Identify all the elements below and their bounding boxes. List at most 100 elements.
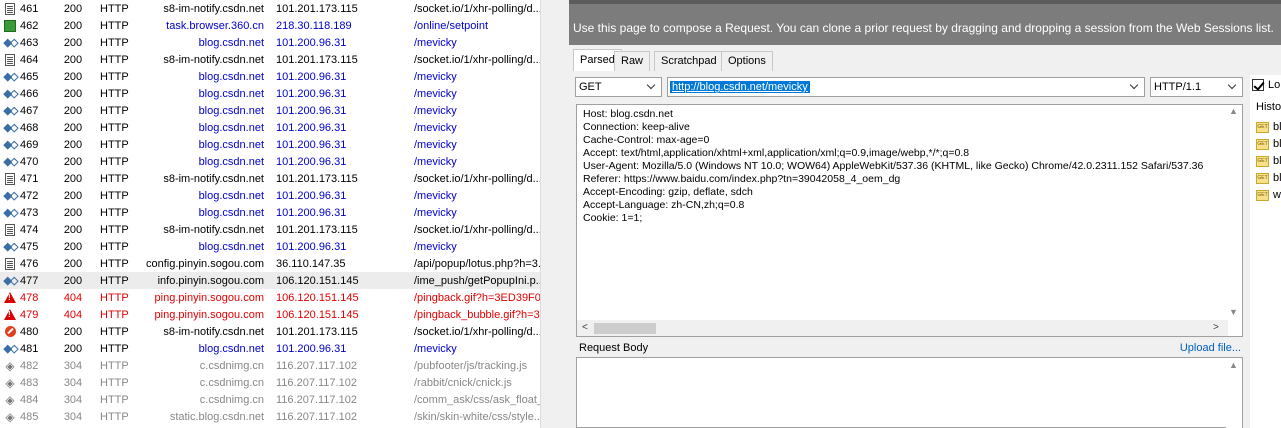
tab-scratchpad[interactable]: Scratchpad bbox=[654, 51, 724, 71]
panel-splitter[interactable] bbox=[540, 0, 569, 428]
document-icon bbox=[3, 172, 17, 185]
request-headers-textarea[interactable]: Host: blog.csdn.net Connection: keep-ali… bbox=[576, 104, 1243, 337]
history-item[interactable]: GET bl bbox=[1256, 171, 1281, 185]
session-url: /socket.io/1/xhr-polling/d... bbox=[414, 223, 540, 236]
session-host: config.pinyin.sogou.com bbox=[145, 257, 264, 270]
session-ip: 101.200.96.31 bbox=[276, 155, 347, 168]
header-line: Accept-Encoding: gzip, deflate, sdch bbox=[583, 186, 753, 198]
session-result: 304 bbox=[63, 393, 83, 406]
tab-options[interactable]: Options bbox=[721, 51, 773, 71]
session-ip: 116.207.117.102 bbox=[276, 410, 357, 423]
http-version-select[interactable]: HTTP/1.1 bbox=[1150, 77, 1243, 97]
request-body-label: Request Body bbox=[579, 342, 649, 354]
chevron-down-icon bbox=[1130, 81, 1140, 91]
session-host: s8-im-notify.csdn.net bbox=[163, 172, 264, 185]
method-value: GET bbox=[579, 81, 602, 93]
session-row[interactable]: 476 200 HTTP config.pinyin.sogou.com 36.110.… bbox=[0, 255, 540, 272]
session-ip: 101.200.96.31 bbox=[276, 206, 347, 219]
session-ip: 101.200.96.31 bbox=[276, 342, 347, 355]
arrows-icon: ◆◇ bbox=[3, 343, 19, 355]
session-row[interactable]: ◆◇ 477 200 HTTP info.pinyin.sogou.com 106.120… bbox=[0, 272, 540, 289]
session-result: 200 bbox=[63, 342, 83, 355]
scroll-right-icon[interactable]: > bbox=[1213, 322, 1219, 333]
session-row[interactable]: 479404HTTPping.pinyin.sogou.com106.120.1… bbox=[0, 306, 540, 323]
session-host: blog.csdn.net bbox=[198, 240, 264, 253]
session-row[interactable]: ◈ 484 304 HTTP c.csdnimg.cn 116.207.117.102/c… bbox=[0, 391, 540, 408]
session-row[interactable]: ◆◇ 473 200 HTTP blog.csdn.net 101.200.96.31/m… bbox=[0, 204, 540, 221]
document-icon bbox=[3, 2, 17, 15]
session-row[interactable]: 478404HTTPping.pinyin.sogou.com106.120.1… bbox=[0, 289, 540, 306]
history-item[interactable]: GET bl bbox=[1256, 154, 1281, 168]
scroll-up-icon[interactable]: ▲ bbox=[1229, 107, 1238, 116]
history-item[interactable]: GET bl bbox=[1256, 137, 1281, 151]
session-number: 473 bbox=[20, 206, 39, 219]
method-select[interactable]: GET bbox=[575, 77, 662, 97]
arrows-icon: ◆◇ bbox=[3, 207, 19, 219]
session-url: /pingback_bubble.gif?h=3... bbox=[414, 308, 540, 321]
session-ip: 101.201.173.115 bbox=[276, 325, 358, 338]
session-number: 481 bbox=[20, 342, 39, 355]
session-row[interactable]: ◈ 485 304 HTTP static.blog.csdn.net 116.207.1… bbox=[0, 408, 540, 425]
session-ip: 101.200.96.31 bbox=[276, 240, 347, 253]
session-row[interactable]: 474 200 HTTP s8-im-notify.csdn.net 101.201.1… bbox=[0, 221, 540, 238]
session-number: 475 bbox=[20, 240, 39, 253]
session-url: /api/popup/lotus.php?h=3... bbox=[414, 257, 540, 270]
session-row[interactable]: ◆◇ 470 200 HTTP blog.csdn.net 101.200.96.31/m… bbox=[0, 153, 540, 170]
session-number: 484 bbox=[20, 393, 39, 406]
session-row[interactable]: ◆◇ 463 200 HTTP blog.csdn.net 101.200.96.31/m… bbox=[0, 34, 540, 51]
session-host: s8-im-notify.csdn.net bbox=[163, 53, 264, 66]
get-icon: GET bbox=[1256, 172, 1269, 184]
session-row[interactable]: ◈ 483 304 HTTP c.csdnimg.cn 116.207.117.102/r… bbox=[0, 374, 540, 391]
session-host: blog.csdn.net bbox=[198, 155, 264, 168]
get-icon: GET bbox=[1256, 189, 1269, 201]
history-item[interactable]: GET bl bbox=[1256, 120, 1281, 134]
scroll-left-icon[interactable]: < bbox=[582, 322, 588, 333]
session-url: /mevicky bbox=[414, 155, 457, 168]
session-row[interactable]: 471 200 HTTP s8-im-notify.csdn.net 101.201.1… bbox=[0, 170, 540, 187]
session-url: /comm_ask/css/ask_float_... bbox=[414, 393, 540, 406]
tab-raw[interactable]: Raw bbox=[614, 51, 651, 71]
header-line: Connection: keep-alive bbox=[583, 121, 690, 133]
arrows-icon: ◆◇ bbox=[3, 122, 19, 134]
log-requests-checkbox[interactable] bbox=[1252, 79, 1264, 91]
session-row[interactable]: 462 200 HTTP task.browser.360.cn 218.30.118.… bbox=[0, 17, 540, 34]
upload-file-link[interactable]: Upload file... bbox=[1180, 342, 1241, 354]
session-row[interactable]: 461 200 HTTP s8-im-notify.csdn.net 101.201.1… bbox=[0, 0, 540, 17]
session-url: /socket.io/1/xhr-polling/d... bbox=[414, 172, 540, 185]
arrows-icon: ◆◇ bbox=[3, 71, 19, 83]
composer-panel: Use this page to compose a Request. You … bbox=[569, 0, 1281, 428]
session-number: 470 bbox=[20, 155, 39, 168]
session-number: 479 bbox=[20, 308, 39, 321]
url-input[interactable]: http://blog.csdn.net/mevicky bbox=[667, 77, 1145, 97]
session-number: 478 bbox=[20, 291, 39, 304]
scroll-up-icon[interactable]: ▲ bbox=[1229, 360, 1238, 370]
session-row[interactable]: ◆◇ 466 200 HTTP blog.csdn.net 101.200.96.31/m… bbox=[0, 85, 540, 102]
session-ip: 101.201.173.115 bbox=[276, 2, 358, 15]
scroll-down-icon[interactable]: ▼ bbox=[1229, 308, 1238, 317]
session-result: 200 bbox=[63, 172, 83, 185]
session-host: c.csdnimg.cn bbox=[199, 393, 264, 406]
session-row[interactable]: 464 200 HTTP s8-im-notify.csdn.net 101.201.1… bbox=[0, 51, 540, 68]
session-row[interactable]: ◆◇ 475 200 HTTP blog.csdn.net 101.200.96.31/m… bbox=[0, 238, 540, 255]
session-row[interactable]: 480 200 HTTP s8-im-notify.csdn.net 101.201.1… bbox=[0, 323, 540, 340]
session-url: /mevicky bbox=[414, 70, 457, 83]
vertical-scrollbar[interactable]: ▲ bbox=[1226, 358, 1242, 428]
http-version-value: HTTP/1.1 bbox=[1154, 81, 1202, 93]
session-row[interactable]: ◆◇ 469 200 HTTP blog.csdn.net 101.200.96.31/m… bbox=[0, 136, 540, 153]
session-host: blog.csdn.net bbox=[198, 121, 264, 134]
session-ip: 116.207.117.102 bbox=[276, 393, 357, 406]
session-row[interactable]: ◈ 482 304 HTTP c.csdnimg.cn 116.207.117.102/p… bbox=[0, 357, 540, 374]
session-row[interactable]: ◆◇ 468 200 HTTP blog.csdn.net 101.200.96.31/m… bbox=[0, 119, 540, 136]
session-url: /mevicky bbox=[414, 36, 457, 49]
history-item[interactable]: GET w bbox=[1256, 188, 1281, 202]
session-row[interactable]: ◆◇ 465 200 HTTP blog.csdn.net 101.200.96.31/m… bbox=[0, 68, 540, 85]
session-row[interactable]: ◆◇ 467 200 HTTP blog.csdn.net 101.200.96.31/m… bbox=[0, 102, 540, 119]
session-row[interactable]: ◆◇ 481 200 HTTP blog.csdn.net 101.200.96.31/m… bbox=[0, 340, 540, 357]
vertical-scrollbar[interactable]: ▲ ▼ bbox=[1226, 105, 1242, 320]
scrollbar-thumb[interactable] bbox=[594, 323, 656, 334]
session-url: /mevicky bbox=[414, 189, 457, 202]
session-host: s8-im-notify.csdn.net bbox=[163, 325, 264, 338]
request-body-textarea[interactable]: ▲ bbox=[576, 357, 1243, 428]
horizontal-scrollbar[interactable]: < > bbox=[577, 320, 1228, 336]
session-row[interactable]: ◆◇ 472 200 HTTP blog.csdn.net 101.200.96.31/m… bbox=[0, 187, 540, 204]
